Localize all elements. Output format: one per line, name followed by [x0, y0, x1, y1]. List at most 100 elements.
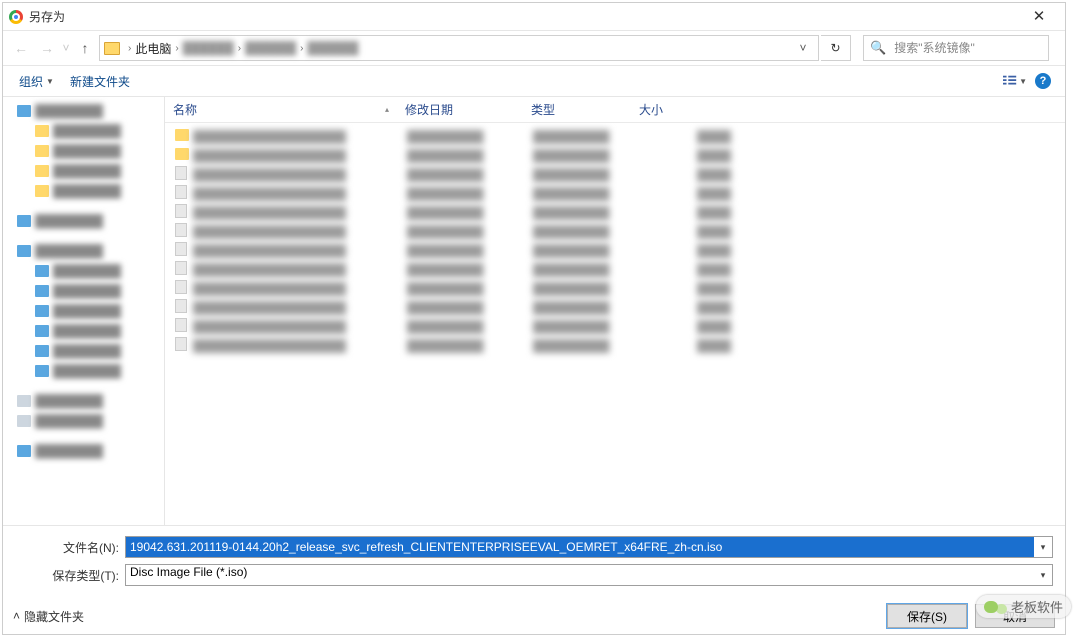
help-button[interactable]: ?: [1031, 69, 1055, 93]
cell-name: ██████████████████: [193, 149, 407, 163]
drive-icon: [17, 215, 31, 227]
folder-icon: [175, 148, 193, 163]
file-row[interactable]: ████████████████████████████████████████: [175, 203, 1055, 222]
filename-dropdown[interactable]: ▾: [1034, 537, 1052, 557]
address-dropdown[interactable]: ˅: [792, 41, 814, 55]
tree-item[interactable]: ████████: [3, 391, 164, 411]
file-row[interactable]: ████████████████████████████████████████: [175, 279, 1055, 298]
nav-history-dropdown[interactable]: ˅: [61, 41, 71, 55]
file-row[interactable]: ████████████████████████████████████████: [175, 298, 1055, 317]
tree-item[interactable]: ████████: [3, 301, 164, 321]
new-folder-button[interactable]: 新建文件夹: [64, 70, 136, 93]
file-row[interactable]: ████████████████████████████████████████: [175, 336, 1055, 355]
cell-name: ██████████████████: [193, 225, 407, 239]
file-icon: [175, 166, 193, 183]
refresh-button[interactable]: ↻: [821, 35, 851, 61]
cell-mod: █████████: [407, 187, 533, 201]
cell-size: ████: [641, 301, 731, 315]
drive-icon: [35, 325, 49, 337]
drive-icon: [35, 365, 49, 377]
cell-name: ██████████████████: [193, 187, 407, 201]
filetype-label: 保存类型(T):: [15, 567, 119, 584]
file-row[interactable]: ████████████████████████████████████████: [175, 260, 1055, 279]
chevron-right-icon[interactable]: ›: [171, 43, 182, 54]
search-box[interactable]: 🔍: [863, 35, 1049, 61]
file-row[interactable]: ████████████████████████████████████████: [175, 222, 1055, 241]
tree-item[interactable]: ████████: [3, 181, 164, 201]
cell-name: ██████████████████: [193, 263, 407, 277]
organize-button[interactable]: 组织 ▼: [13, 70, 60, 93]
organize-label: 组织: [19, 73, 43, 90]
cell-mod: █████████: [407, 244, 533, 258]
column-type[interactable]: 类型: [523, 101, 631, 118]
tree-item[interactable]: ████████: [3, 441, 164, 461]
tree-item[interactable]: ████████: [3, 141, 164, 161]
breadcrumb-segment[interactable]: ██████: [307, 41, 358, 55]
tree-item-label: ████████: [35, 244, 103, 258]
save-button[interactable]: 保存(S): [887, 604, 967, 628]
drive-icon: [17, 445, 31, 457]
filename-field[interactable]: ▾: [125, 536, 1053, 558]
tree-item[interactable]: ████████: [3, 121, 164, 141]
address-bar[interactable]: › 此电脑 › ██████ › ██████ › ██████ ˅: [99, 35, 819, 61]
up-button[interactable]: ↑: [73, 36, 97, 60]
navigation-tree[interactable]: ████████████████████████████████████████…: [3, 97, 165, 525]
chrome-icon: [9, 10, 23, 24]
file-rows[interactable]: ████████████████████████████████████████…: [165, 123, 1065, 525]
cell-type: █████████: [533, 282, 641, 296]
column-name[interactable]: 名称 ▴: [165, 101, 397, 118]
breadcrumb-segment[interactable]: ██████: [183, 41, 234, 55]
tree-item[interactable]: ████████: [3, 101, 164, 121]
breadcrumb-segment[interactable]: ██████: [245, 41, 296, 55]
tree-item[interactable]: ████████: [3, 411, 164, 431]
tree-item-label: ████████: [53, 264, 121, 278]
back-button[interactable]: ←: [9, 36, 33, 60]
tree-item[interactable]: ████████: [3, 321, 164, 341]
breadcrumb-this-pc[interactable]: 此电脑: [135, 40, 171, 57]
filetype-field[interactable]: Disc Image File (*.iso) ▾: [125, 564, 1053, 586]
tree-item[interactable]: ████████: [3, 341, 164, 361]
search-input[interactable]: [892, 40, 1051, 56]
file-row[interactable]: ████████████████████████████████████████: [175, 317, 1055, 336]
cell-type: █████████: [533, 206, 641, 220]
filename-input[interactable]: [126, 537, 1034, 557]
cell-name: ██████████████████: [193, 244, 407, 258]
file-row[interactable]: ████████████████████████████████████████: [175, 146, 1055, 165]
tree-item[interactable]: ████████: [3, 161, 164, 181]
device-icon: [17, 395, 31, 407]
chevron-right-icon[interactable]: ›: [296, 43, 307, 54]
cell-name: ██████████████████: [193, 320, 407, 334]
cell-mod: █████████: [407, 168, 533, 182]
filetype-dropdown[interactable]: ▾: [1034, 565, 1052, 585]
chevron-right-icon[interactable]: ›: [234, 43, 245, 54]
view-options-button[interactable]: ▼: [1003, 69, 1027, 93]
file-row[interactable]: ████████████████████████████████████████: [175, 184, 1055, 203]
close-button[interactable]: ✕: [1019, 3, 1059, 31]
hide-folders-toggle[interactable]: ˄ 隐藏文件夹: [13, 608, 84, 625]
cell-name: ██████████████████: [193, 130, 407, 144]
tree-item[interactable]: ████████: [3, 361, 164, 381]
cell-name: ██████████████████: [193, 206, 407, 220]
tree-item[interactable]: ████████: [3, 211, 164, 231]
filetype-select[interactable]: Disc Image File (*.iso): [126, 565, 1034, 585]
column-size[interactable]: 大小: [631, 101, 721, 118]
tree-item[interactable]: ████████: [3, 261, 164, 281]
cell-mod: █████████: [407, 339, 533, 353]
cell-type: █████████: [533, 320, 641, 334]
column-headers: 名称 ▴ 修改日期 类型 大小: [165, 97, 1065, 123]
chevron-right-icon[interactable]: ›: [124, 43, 135, 54]
forward-button[interactable]: →: [35, 36, 59, 60]
cell-type: █████████: [533, 244, 641, 258]
file-icon: [175, 337, 193, 354]
cell-mod: █████████: [407, 320, 533, 334]
cell-size: ████: [641, 168, 731, 182]
file-row[interactable]: ████████████████████████████████████████: [175, 165, 1055, 184]
tree-item[interactable]: ████████: [3, 241, 164, 261]
tree-item-label: ████████: [53, 164, 121, 178]
tree-item[interactable]: ████████: [3, 281, 164, 301]
column-modified[interactable]: 修改日期: [397, 101, 523, 118]
file-row[interactable]: ████████████████████████████████████████: [175, 127, 1055, 146]
file-row[interactable]: ████████████████████████████████████████: [175, 241, 1055, 260]
folder-icon: [35, 165, 49, 177]
tree-item-label: ████████: [35, 104, 103, 118]
